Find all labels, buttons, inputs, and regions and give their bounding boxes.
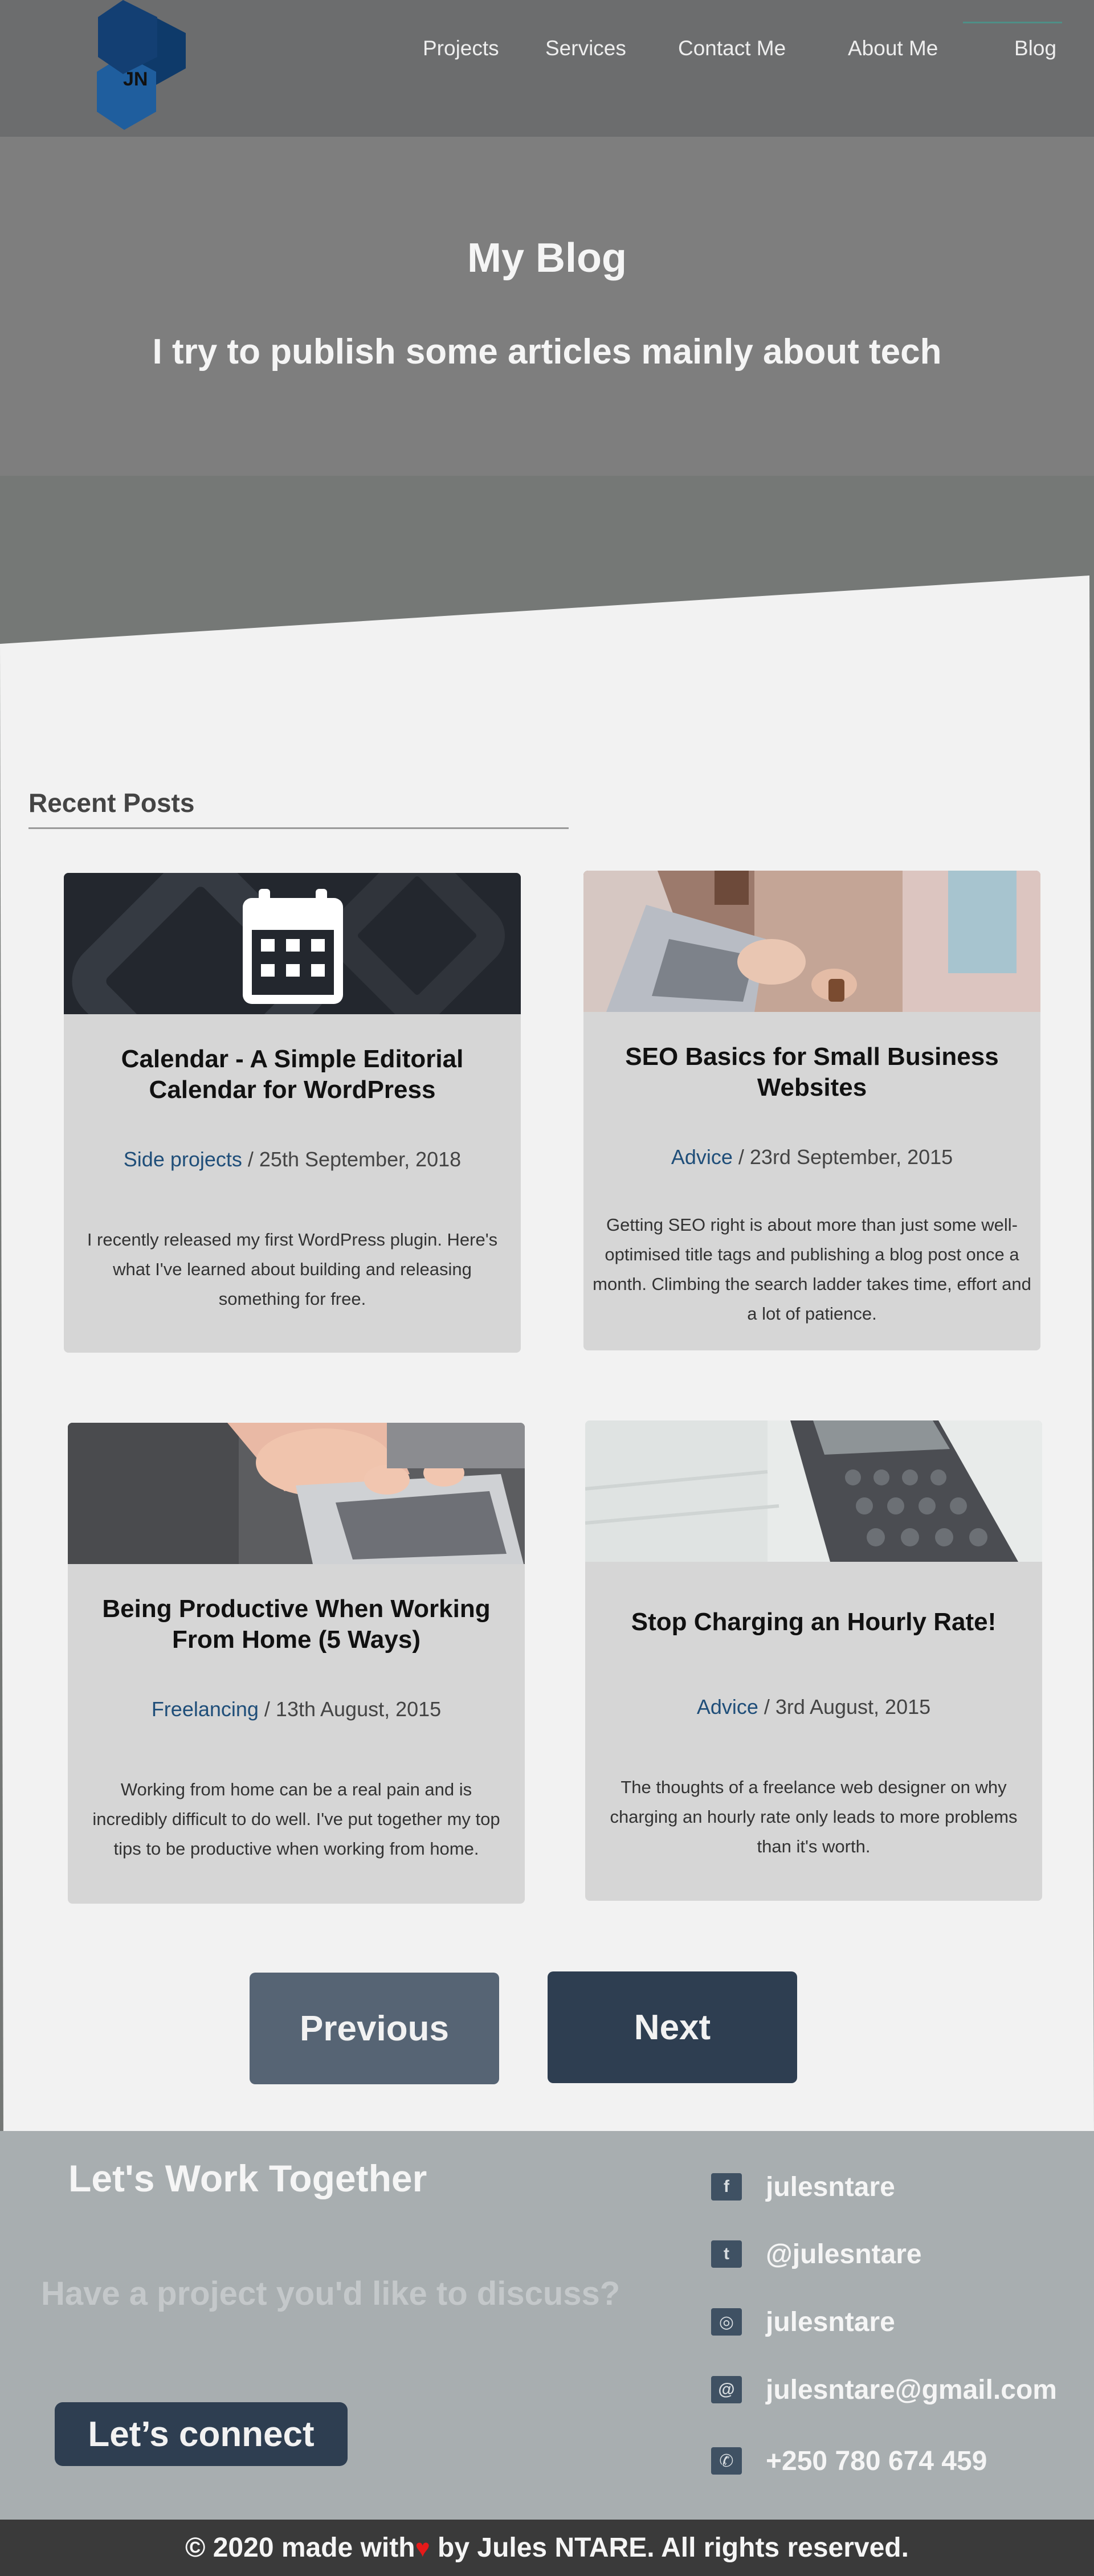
nav-services[interactable]: Services xyxy=(545,36,626,60)
post-category[interactable]: Advice xyxy=(697,1695,758,1718)
next-page-button[interactable]: Next xyxy=(548,1971,797,2083)
nav-about-me[interactable]: About Me xyxy=(848,36,938,60)
contact-email-text[interactable]: julesntare@gmail.com xyxy=(766,2374,1057,2406)
post-date: / 25th September, 2018 xyxy=(242,1148,462,1171)
post-image[interactable] xyxy=(64,873,521,1014)
facebook-icon: f xyxy=(711,2173,742,2201)
nav-projects[interactable]: Projects xyxy=(423,36,499,60)
post-meta: Advice / 23rd September, 2015 xyxy=(583,1145,1040,1169)
post-category[interactable]: Freelancing xyxy=(152,1697,259,1721)
contact-facebook-text[interactable]: julesntare xyxy=(766,2171,895,2203)
post-card[interactable]: Stop Charging an Hourly Rate! Advice / 3… xyxy=(585,1420,1042,1901)
heart-icon: ♥ xyxy=(415,2534,430,2562)
hero: My Blog I try to publish some articles m… xyxy=(0,137,1094,476)
main-nav: Projects Services Contact Me About Me Bl… xyxy=(0,0,1094,103)
post-category[interactable]: Advice xyxy=(671,1145,733,1169)
post-category[interactable]: Side projects xyxy=(124,1148,242,1171)
contact-instagram[interactable]: ◎ julesntare xyxy=(711,2305,895,2339)
laptop-typing-photo xyxy=(68,1423,525,1564)
post-title[interactable]: SEO Basics for Small Business Websites xyxy=(618,1042,1006,1103)
post-excerpt: Getting SEO right is about more than jus… xyxy=(593,1215,1031,1324)
heading-divider xyxy=(28,827,569,829)
calendar-illustration xyxy=(72,873,505,1014)
instagram-icon: ◎ xyxy=(711,2308,742,2336)
post-excerpt: The thoughts of a freelance web designer… xyxy=(610,1777,1018,1856)
twitter-icon: t xyxy=(711,2240,742,2268)
post-date: / 13th August, 2015 xyxy=(258,1697,442,1721)
page-title: My Blog xyxy=(467,235,627,281)
post-image[interactable] xyxy=(583,871,1040,1012)
contact-whatsapp-text[interactable]: +250 780 674 459 xyxy=(766,2446,987,2477)
page-subtitle: I try to publish some articles mainly ab… xyxy=(152,332,942,372)
cta-question: Have a project you'd like to discuss? xyxy=(41,2275,621,2312)
cta-title: Let's Work Together xyxy=(68,2157,427,2199)
previous-page-button[interactable]: Previous xyxy=(250,1973,499,2084)
whatsapp-icon: ✆ xyxy=(711,2447,742,2475)
nav-blog[interactable]: Blog xyxy=(962,22,1063,60)
post-card[interactable]: Calendar - A Simple Editorial Calendar f… xyxy=(64,873,521,1353)
contact-email[interactable]: @ julesntare@gmail.com xyxy=(711,2373,1057,2407)
post-image[interactable] xyxy=(68,1423,525,1564)
copyright: © 2020 made with♥ by Jules NTARE. All ri… xyxy=(0,2520,1094,2576)
post-meta: Freelancing / 13th August, 2015 xyxy=(68,1697,525,1721)
copyright-text-end: by Jules NTARE. All rights reserved. xyxy=(430,2533,909,2563)
email-icon: @ xyxy=(711,2376,742,2403)
post-title[interactable]: Being Productive When Working From Home … xyxy=(102,1594,491,1655)
laptop-photo xyxy=(583,871,1040,1012)
post-meta: Side projects / 25th September, 2018 xyxy=(64,1148,521,1171)
post-title[interactable]: Stop Charging an Hourly Rate! xyxy=(619,1607,1008,1638)
post-card[interactable]: Being Productive When Working From Home … xyxy=(68,1423,525,1904)
nav-contact-me[interactable]: Contact Me xyxy=(678,36,786,60)
calculator-photo xyxy=(585,1420,1042,1562)
contact-instagram-text[interactable]: julesntare xyxy=(766,2306,895,2338)
post-card[interactable]: SEO Basics for Small Business Websites A… xyxy=(583,871,1040,1350)
post-meta: Advice / 3rd August, 2015 xyxy=(585,1695,1042,1719)
contact-twitter-text[interactable]: @julesntare xyxy=(766,2239,922,2270)
post-title[interactable]: Calendar - A Simple Editorial Calendar f… xyxy=(98,1044,487,1105)
post-image[interactable] xyxy=(585,1420,1042,1562)
contact-facebook[interactable]: f julesntare xyxy=(711,2170,895,2204)
post-date: / 23rd September, 2015 xyxy=(732,1145,953,1169)
recent-posts-heading: Recent Posts xyxy=(28,788,195,818)
calendar-icon xyxy=(243,889,343,1004)
contact-twitter[interactable]: t @julesntare xyxy=(711,2237,922,2271)
post-excerpt: I recently released my first WordPress p… xyxy=(87,1230,498,1309)
contact-whatsapp[interactable]: ✆ +250 780 674 459 xyxy=(711,2444,987,2478)
copyright-text-start: © 2020 made with xyxy=(185,2533,415,2563)
post-date: / 3rd August, 2015 xyxy=(758,1695,931,1718)
post-excerpt: Working from home can be a real pain and… xyxy=(92,1779,500,1859)
lets-connect-button[interactable]: Let’s connect xyxy=(55,2402,348,2466)
